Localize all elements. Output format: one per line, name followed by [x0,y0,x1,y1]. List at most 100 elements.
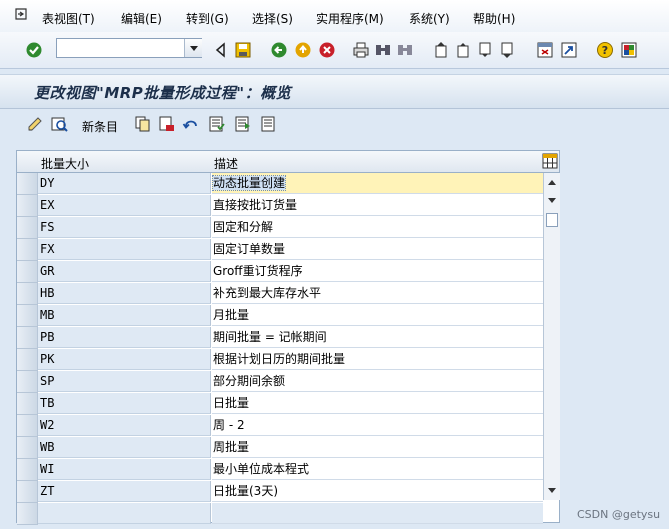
description-cell[interactable]: 月批量 [212,305,543,326]
lot-size-cell[interactable]: PK [38,349,211,370]
command-history-dropdown[interactable] [184,39,202,57]
table-row[interactable]: TB 日批量 [17,393,543,415]
select-block-icon[interactable] [234,115,252,133]
lot-size-cell[interactable]: WB [38,437,211,458]
scroll-up-button[interactable] [546,177,558,189]
enter-check-icon[interactable] [25,41,43,59]
lot-size-cell[interactable]: HB [38,283,211,304]
table-row[interactable]: WI 最小单位成本程式 [17,459,543,481]
deselect-all-icon[interactable] [260,115,278,133]
first-page-icon[interactable] [432,41,450,59]
row-selector[interactable] [17,459,38,481]
other-view-icon[interactable] [50,115,68,133]
table-row[interactable]: ZT 日批量(3天) [17,481,543,503]
column-header-lot-size[interactable]: 批量大小 [41,155,89,172]
lot-size-cell[interactable]: MB [38,305,211,326]
menu-table-view[interactable]: 表视图(T) [42,10,95,27]
row-selector[interactable] [17,173,38,195]
lot-size-cell[interactable]: PB [38,327,211,348]
scroll-page-down-button[interactable] [546,195,558,207]
vertical-scrollbar[interactable] [543,173,560,500]
find-icon[interactable] [374,41,392,59]
exit-icon[interactable] [294,41,312,59]
back-icon[interactable] [270,41,288,59]
menu-edit[interactable]: 编辑(E) [121,10,162,27]
row-selector[interactable] [17,349,38,371]
table-row[interactable]: MB 月批量 [17,305,543,327]
last-page-icon[interactable] [498,41,516,59]
row-selector[interactable] [17,481,38,503]
scroll-thumb[interactable] [546,213,558,227]
table-row[interactable]: PB 期间批量 = 记帐期间 [17,327,543,349]
table-row[interactable]: FX 固定订单数量 [17,239,543,261]
row-selector[interactable] [17,283,38,305]
row-selector[interactable] [17,239,38,261]
lot-size-cell[interactable]: FX [38,239,211,260]
menu-selection[interactable]: 选择(S) [252,10,293,27]
new-entries-button[interactable]: 新条目 [82,118,118,135]
row-selector[interactable] [17,305,38,327]
lot-size-cell[interactable]: SP [38,371,211,392]
description-cell[interactable]: 周 - 2 [212,415,543,436]
lot-size-cell[interactable]: ZT [38,481,211,502]
description-cell[interactable]: 直接按批订货量 [212,195,543,216]
description-cell[interactable]: 期间批量 = 记帐期间 [212,327,543,348]
table-row[interactable]: WB 周批量 [17,437,543,459]
lot-size-cell[interactable]: TB [38,393,211,414]
row-selector[interactable] [17,217,38,239]
menu-utilities[interactable]: 实用程序(M) [316,10,384,27]
back-triangle-icon[interactable] [212,41,230,59]
row-selector[interactable] [17,327,38,349]
menu-goto[interactable]: 转到(G) [186,10,229,27]
description-cell[interactable]: 根据计划日历的期间批量 [212,349,543,370]
description-cell[interactable]: 固定和分解 [212,217,543,238]
command-field[interactable] [56,38,202,58]
layout-icon[interactable] [620,41,638,59]
undo-icon[interactable] [182,115,200,133]
column-config-icon[interactable] [542,153,558,169]
table-row[interactable]: DY 动态批量创建 [17,173,543,195]
row-selector[interactable] [17,415,38,437]
description-cell[interactable]: 部分期间余额 [212,371,543,392]
help-icon[interactable]: ? [596,41,614,59]
description-cell[interactable]: 日批量 [212,393,543,414]
description-cell[interactable]: Groff重订货程序 [212,261,543,282]
row-selector[interactable] [17,437,38,459]
lot-size-cell[interactable]: WI [38,459,211,480]
find-next-icon[interactable] [396,41,414,59]
menu-help[interactable]: 帮助(H) [473,10,515,27]
menu-system[interactable]: 系统(Y) [409,10,450,27]
table-row[interactable]: EX 直接按批订货量 [17,195,543,217]
create-session-icon[interactable] [536,41,554,59]
description-cell[interactable]: 周批量 [212,437,543,458]
row-selector[interactable] [17,503,38,525]
cancel-icon[interactable] [318,41,336,59]
print-icon[interactable] [352,41,370,59]
row-selector[interactable] [17,195,38,217]
description-cell[interactable]: 最小单位成本程式 [212,459,543,480]
table-row[interactable]: HB 补充到最大库存水平 [17,283,543,305]
table-row[interactable]: SP 部分期间余额 [17,371,543,393]
previous-page-icon[interactable] [454,41,472,59]
description-cell[interactable]: 日批量(3天) [212,481,543,502]
table-row[interactable]: FS 固定和分解 [17,217,543,239]
table-row[interactable]: GR Groff重订货程序 [17,261,543,283]
save-icon[interactable] [234,41,252,59]
table-row[interactable]: W2 周 - 2 [17,415,543,437]
delete-icon[interactable] [158,115,176,133]
description-cell[interactable]: 固定订单数量 [212,239,543,260]
row-selector[interactable] [17,371,38,393]
lot-size-cell[interactable]: EX [38,195,211,216]
lot-size-cell[interactable]: GR [38,261,211,282]
next-page-icon[interactable] [476,41,494,59]
row-selector[interactable] [17,261,38,283]
description-cell[interactable]: 动态批量创建 [211,173,543,194]
copy-icon[interactable] [134,115,152,133]
column-header-description[interactable]: 描述 [214,155,238,172]
lot-size-cell[interactable]: DY [38,173,211,194]
description-cell[interactable]: 补充到最大库存水平 [212,283,543,304]
display-change-icon[interactable] [26,115,44,133]
select-all-icon[interactable] [208,115,226,133]
shortcut-icon[interactable] [560,41,578,59]
system-menu-icon[interactable] [2,5,30,27]
